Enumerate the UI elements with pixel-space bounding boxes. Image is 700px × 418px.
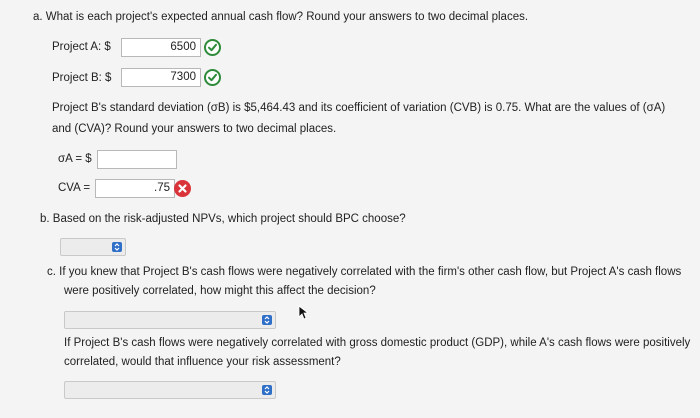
part-b-question: b. Based on the risk-adjusted NPVs, whic… [40,213,406,225]
check-circle-icon [204,69,221,86]
part-c-followup-line1: If Project B's cash flows were negativel… [64,337,691,349]
x-circle-icon [174,180,191,197]
part-a-question: a. What is each project's expected annua… [33,11,529,23]
project-a-cash-flow-input[interactable]: 6500 [121,38,201,57]
sigma-a-input[interactable] [97,150,177,169]
cv-a-label: CVA = [58,182,91,194]
part-c-question-line2: were positively correlated, how might th… [64,285,376,297]
select-chevrons-icon [262,385,272,395]
part-c-answer-select[interactable] [64,311,276,329]
sigma-a-label: σA = $ [58,153,92,165]
cv-a-input[interactable]: .75 [95,179,175,198]
project-b-label: Project B: $ [52,72,112,84]
part-c-question-line1: c. If you knew that Project B's cash flo… [47,266,682,278]
std-dev-prompt-line1: Project B's standard deviation (σB) is $… [52,102,666,114]
check-circle-icon [204,39,221,56]
project-a-label: Project A: $ [52,41,111,53]
select-chevrons-icon [112,242,122,252]
select-chevrons-icon [262,315,272,325]
part-b-answer-select[interactable] [60,238,126,256]
part-c-followup-answer-select[interactable] [64,381,276,399]
part-c-followup-line2: correlated, would that influence your ri… [64,356,341,368]
mouse-cursor-icon [298,305,310,324]
std-dev-prompt-line2: and (CVA)? Round your answers to two dec… [52,123,337,135]
project-b-cash-flow-input[interactable]: 7300 [121,68,201,87]
